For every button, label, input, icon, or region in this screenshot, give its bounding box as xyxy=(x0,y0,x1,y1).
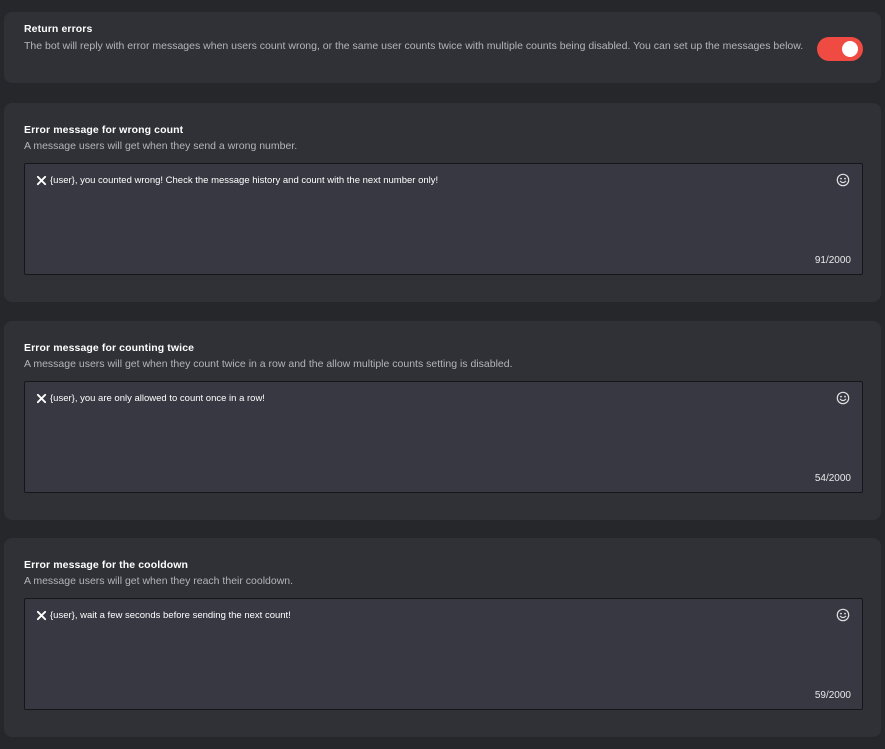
cooldown-title: Error message for the cooldown xyxy=(24,559,189,571)
character-counter: 59/2000 xyxy=(814,690,851,701)
wrong-count-card: Error message for wrong count A message … xyxy=(4,103,881,302)
emoji-icon[interactable] xyxy=(836,608,850,622)
emoji-icon[interactable] xyxy=(836,173,850,187)
x-icon xyxy=(36,610,47,621)
counting-twice-message-text: {user}, you are only allowed to count on… xyxy=(36,393,265,404)
wrong-count-description: A message users will get when they send … xyxy=(24,140,298,152)
counting-twice-card: Error message for counting twice A messa… xyxy=(4,321,881,520)
message-content: {user}, you counted wrong! Check the mes… xyxy=(50,175,439,186)
cooldown-card: Error message for the cooldown A message… xyxy=(4,538,881,737)
return-errors-toggle[interactable] xyxy=(817,37,863,61)
character-counter: 54/2000 xyxy=(814,473,851,484)
return-errors-card: Return errors The bot will reply with er… xyxy=(4,12,881,83)
wrong-count-message-text: {user}, you counted wrong! Check the mes… xyxy=(36,175,438,186)
x-icon xyxy=(36,393,47,404)
counting-twice-title: Error message for counting twice xyxy=(24,342,195,354)
return-errors-title: Return errors xyxy=(24,23,93,35)
cooldown-message-input[interactable]: {user}, wait a few seconds before sendin… xyxy=(24,598,863,710)
character-counter: 91/2000 xyxy=(814,255,851,266)
cooldown-description: A message users will get when they reach… xyxy=(24,575,294,587)
return-errors-description: The bot will reply with error messages w… xyxy=(24,40,804,52)
wrong-count-message-input[interactable]: {user}, you counted wrong! Check the mes… xyxy=(24,163,863,275)
counting-twice-message-input[interactable]: {user}, you are only allowed to count on… xyxy=(24,381,863,493)
counting-twice-description: A message users will get when they count… xyxy=(24,358,513,370)
message-content: {user}, wait a few seconds before sendin… xyxy=(50,610,291,621)
wrong-count-title: Error message for wrong count xyxy=(24,124,184,136)
toggle-knob xyxy=(842,41,858,57)
x-icon xyxy=(36,175,47,186)
cooldown-message-text: {user}, wait a few seconds before sendin… xyxy=(36,610,291,621)
message-content: {user}, you are only allowed to count on… xyxy=(50,393,265,404)
emoji-icon[interactable] xyxy=(836,391,850,405)
